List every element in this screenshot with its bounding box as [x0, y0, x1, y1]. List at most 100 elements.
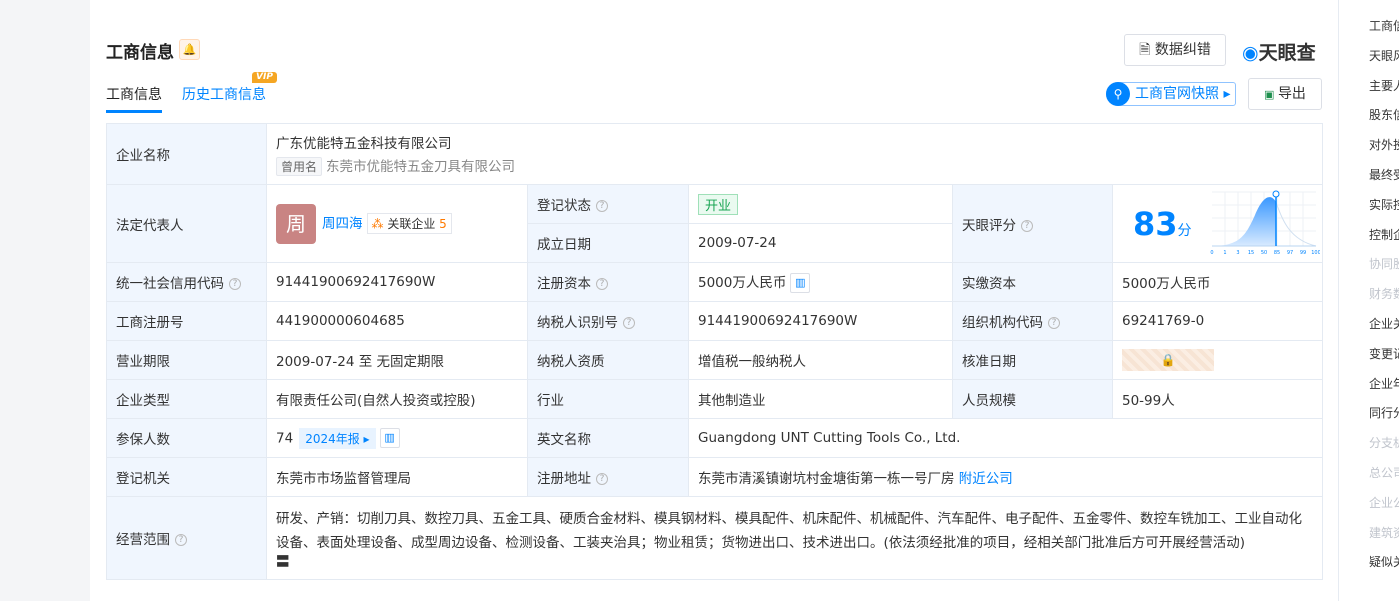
sidebar-item[interactable]: 主要人 — [1339, 72, 1399, 102]
excel-icon: ▣ — [1264, 88, 1278, 101]
chart-icon[interactable]: ▥ — [379, 428, 400, 448]
label: 英文名称 — [527, 418, 689, 458]
former-name-tag: 曾用名 — [276, 157, 323, 176]
rating-unit: 分 — [1177, 222, 1192, 239]
status-badge: 开业 — [698, 193, 739, 215]
label: 工商注册号 — [106, 301, 267, 341]
label: 实缴资本 — [952, 262, 1113, 302]
tick-label: 15 — [1247, 250, 1253, 256]
sidebar-item[interactable]: 股东信 — [1339, 101, 1399, 131]
sidebar-item[interactable]: 建筑资 — [1339, 519, 1399, 549]
label: 注册资本? — [527, 262, 689, 302]
help-icon[interactable]: ? — [596, 200, 608, 212]
help-icon[interactable]: ? — [596, 278, 608, 290]
network-icon: ⁂ — [371, 217, 384, 231]
org-label: 组织机构代码 — [962, 315, 1043, 331]
established-date: 2009-07-24 — [688, 223, 953, 263]
legal-rep-link[interactable]: 周四海 — [322, 216, 363, 232]
sidebar-item[interactable]: 最终受 — [1339, 161, 1399, 191]
tab-history-info[interactable]: 历史工商信息 — [182, 84, 266, 104]
sidebar-item[interactable]: 企业公 — [1339, 489, 1399, 519]
export-button[interactable]: ▣ 导出 — [1248, 78, 1322, 110]
help-icon[interactable]: ? — [175, 534, 187, 546]
tax-label: 纳税人识别号 — [537, 315, 618, 331]
sidebar-item[interactable]: 对外投 — [1339, 131, 1399, 161]
address-cell: 东莞市清溪镇谢坑村金塘街第一栋一号厂房 附近公司 — [687, 457, 1324, 497]
export-label: 导出 — [1277, 86, 1306, 102]
sidebar-item[interactable]: 财务数 — [1339, 280, 1399, 310]
legal-rep-cell: 周周四海 ⁂ 关联企业 5 — [266, 184, 528, 263]
sidebar-item[interactable]: 实际控 — [1339, 191, 1399, 221]
chart-icon[interactable]: ▥ — [790, 273, 811, 293]
label: 企业名称 — [106, 123, 267, 185]
avatar[interactable]: 周 — [276, 203, 316, 244]
snapshot-button[interactable]: ⚲ 工商官网快照 ▸ — [1106, 82, 1236, 106]
sidebar-item[interactable]: 同行分 — [1339, 399, 1399, 429]
feedback-label: 数据纠错 — [1154, 42, 1211, 58]
help-icon[interactable]: ? — [596, 473, 608, 485]
related-label: 关联企业 — [387, 217, 436, 231]
sidebar-item[interactable]: 工商信 — [1339, 12, 1399, 42]
label: 人员规模 — [952, 379, 1113, 419]
label: 行业 — [527, 379, 689, 419]
label: 经营范围? — [106, 496, 267, 580]
sidebar-item[interactable]: 企业关 — [1339, 310, 1399, 340]
tick-label: 0 — [1210, 250, 1213, 256]
business-scope: 研发、产销：切削刀具、数控刀具、五金工具、硬质合金材料、模具钢材料、模具配件、机… — [276, 511, 1302, 551]
english-name: Guangdong UNT Cutting Tools Co., Ltd. — [687, 418, 1324, 458]
feedback-button[interactable]: 🗎 数据纠错 — [1124, 34, 1226, 66]
industry: 其他制造业 — [688, 379, 953, 419]
label: 登记机关 — [106, 457, 267, 497]
taxpayer-id: 91441900692417690W — [688, 301, 953, 341]
rating-label: 天眼评分 — [962, 217, 1016, 234]
tick-label: 50 — [1260, 250, 1266, 256]
help-icon[interactable]: ? — [1048, 317, 1060, 329]
label: 成立日期 — [527, 223, 689, 263]
tick-label: 3 — [1236, 250, 1239, 256]
scope-label: 经营范围 — [116, 532, 170, 548]
sidebar-item[interactable]: 分支机 — [1339, 429, 1399, 459]
staff-size: 50-99人 — [1111, 379, 1324, 419]
business-term: 2009-07-24 至 无固定期限 — [266, 340, 528, 380]
label: 参保人数 — [106, 418, 267, 458]
tianyancha-logo: ◉天眼查 — [1242, 42, 1316, 64]
tab-business-info[interactable]: 工商信息 — [106, 84, 162, 113]
sidebar-item[interactable]: 协同股 — [1339, 250, 1399, 280]
annual-report-button[interactable]: 2024年报 ▸ — [299, 427, 376, 449]
credit-label: 统一社会信用代码 — [116, 276, 224, 292]
stamp-icon: ⚲ — [1106, 82, 1130, 106]
rating-cell: 83分 0 1 3 15 50 85 97 99 100 — [1111, 184, 1324, 263]
sidebar-item[interactable]: 疑似关 — [1339, 548, 1399, 578]
rating-value: 83 — [1133, 204, 1178, 243]
sidebar-item[interactable]: 企业年 — [1339, 370, 1399, 400]
expand-icon[interactable]: 〓 — [276, 555, 1313, 569]
registration-authority: 东莞市市场监督管理局 — [266, 457, 528, 497]
label: 企业类型 — [106, 379, 267, 419]
snapshot-label: 工商官网快照 — [1135, 86, 1219, 102]
logo-text: 天眼查 — [1258, 42, 1316, 64]
company-type: 有限责任公司(自然人投资或控股) — [266, 379, 528, 419]
help-icon[interactable]: ? — [229, 278, 241, 290]
sidebar-item[interactable]: 控制企 — [1339, 221, 1399, 251]
former-name: 东莞市优能特五金刀具有限公司 — [326, 159, 516, 175]
label: 统一社会信用代码? — [106, 262, 267, 302]
label: 纳税人资质 — [527, 340, 689, 380]
related-companies-button[interactable]: ⁂ 关联企业 5 — [366, 213, 452, 234]
status-label: 登记状态 — [537, 198, 591, 214]
tick-label: 99 — [1299, 250, 1305, 256]
nearby-companies-link[interactable]: 附近公司 — [959, 471, 1013, 487]
sidebar-item[interactable]: 变更记 — [1339, 340, 1399, 370]
registration-number: 441900000604685 — [266, 301, 528, 341]
sidebar-item[interactable]: 天眼风 — [1339, 42, 1399, 72]
label: 组织机构代码? — [952, 301, 1113, 341]
lock-icon[interactable]: 🔒 — [1122, 349, 1214, 371]
sidebar-item[interactable]: 总公司 — [1339, 459, 1399, 489]
help-icon[interactable]: ? — [1021, 219, 1033, 232]
bell-icon[interactable]: 🔔 — [179, 39, 200, 60]
capital-cell: 5000万人民币 ▥ — [688, 262, 953, 302]
label: 核准日期 — [952, 340, 1113, 380]
distribution-tail — [1275, 201, 1316, 246]
distribution-area — [1211, 196, 1276, 246]
annual-report-label: 2024年报 — [305, 431, 360, 446]
help-icon[interactable]: ? — [623, 317, 635, 329]
